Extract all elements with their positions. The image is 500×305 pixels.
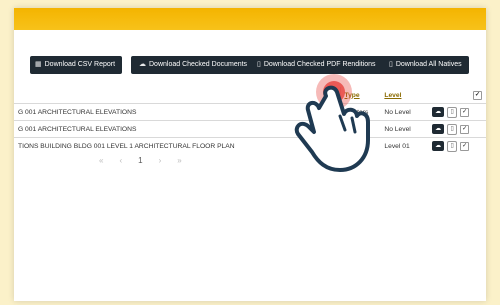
prev-page-button[interactable]: ‹ — [119, 156, 122, 165]
main-panel: ▦ Download CSV Report ☁ Download Checked D… — [14, 8, 486, 301]
row-checkbox[interactable]: ✓ — [460, 141, 470, 151]
row-actions: ☁ ▯ ✓ — [428, 120, 486, 138]
cloud-download-icon[interactable]: ☁ — [432, 124, 445, 134]
table-row: G 001 ARCHITECTURAL ELEVATIONS Masters N… — [14, 120, 486, 138]
download-csv-report-label: Download CSV Report — [44, 61, 116, 68]
file-icon: ▯ — [257, 61, 261, 68]
download-all-natives-label: Download All Natives — [395, 61, 462, 68]
cloud-download-icon[interactable]: ☁ — [432, 141, 445, 151]
tap-hand-icon — [294, 74, 370, 172]
select-all-header: ✓ — [428, 87, 486, 104]
table-row: G 001 ARCHITECTURAL ELEVATIONS Masters N… — [14, 103, 486, 121]
file-icon: ▯ — [389, 61, 393, 68]
document-level: Level 01 — [380, 137, 429, 154]
row-checkbox[interactable]: ✓ — [460, 107, 470, 117]
next-page-button[interactable]: › — [159, 156, 162, 165]
document-level: No Level — [380, 103, 429, 121]
download-csv-report-button[interactable]: ▦ Download CSV Report — [30, 56, 122, 74]
pagination: « ‹ 1 › » — [99, 156, 182, 165]
cloud-download-icon[interactable]: ☁ — [432, 107, 445, 117]
first-page-button[interactable]: « — [99, 156, 103, 165]
download-all-natives-button[interactable]: ▯ Download All Natives — [384, 56, 468, 74]
file-icon[interactable]: ▯ — [447, 123, 458, 135]
documents-table: Type Level ✓ G 001 ARCHITECTURAL ELEVATI… — [14, 87, 486, 154]
row-actions: ☁ ▯ ✓ — [428, 137, 486, 154]
file-icon[interactable]: ▯ — [447, 106, 458, 118]
file-icon[interactable]: ▯ — [447, 140, 458, 152]
cloud-download-icon: ☁ — [139, 61, 146, 68]
header-bar — [14, 8, 486, 30]
spreadsheet-icon: ▦ — [35, 61, 42, 68]
level-header[interactable]: Level — [380, 87, 428, 104]
select-all-checkbox[interactable]: ✓ — [473, 90, 482, 100]
current-page[interactable]: 1 — [138, 156, 142, 165]
download-checked-documents-button[interactable]: ☁ Download Checked Documents — [134, 56, 248, 74]
app-frame: ▦ Download CSV Report ☁ Download Checked D… — [0, 0, 500, 305]
table-row: TIONS BUILDING BLDG 001 LEVEL 1 ARCHITEC… — [14, 137, 486, 154]
download-checked-pdf-label: Download Checked PDF Renditions — [263, 61, 376, 68]
table-header-row: Type Level ✓ — [14, 87, 486, 104]
last-page-button[interactable]: » — [177, 156, 181, 165]
document-level: No Level — [380, 120, 429, 138]
row-actions: ☁ ▯ ✓ — [428, 103, 486, 121]
row-checkbox[interactable]: ✓ — [460, 124, 470, 134]
download-checked-documents-label: Download Checked Documents — [149, 61, 248, 68]
